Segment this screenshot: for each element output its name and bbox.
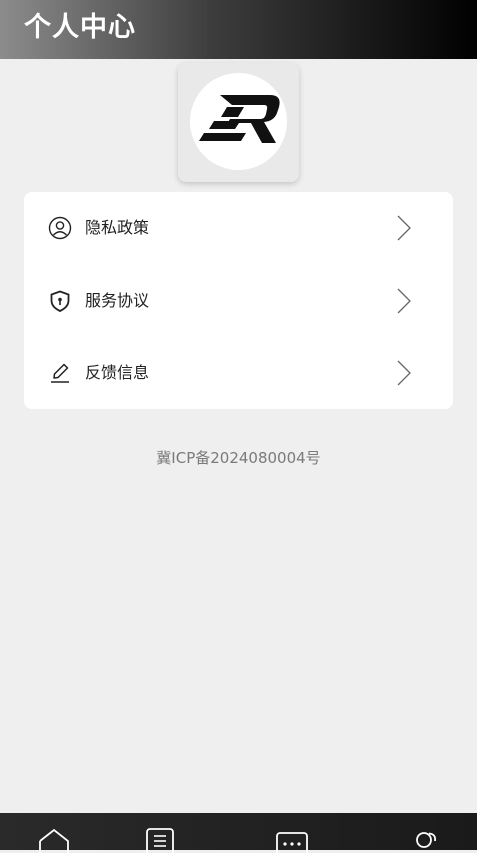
tab-profile[interactable]	[398, 813, 458, 850]
menu-item-label: 反馈信息	[85, 363, 150, 382]
menu-item-service-agreement[interactable]: 服务协议	[24, 265, 453, 337]
bottom-tab-bar	[0, 813, 477, 853]
tab-home[interactable]	[24, 813, 84, 853]
menu-card: 隐私政策 服务协议 反馈信息	[24, 192, 453, 409]
chevron-right-icon	[397, 288, 411, 314]
document-icon	[146, 828, 174, 853]
menu-item-privacy-policy[interactable]: 隐私政策	[24, 192, 453, 264]
shield-icon	[50, 290, 70, 312]
tab-document[interactable]	[132, 813, 192, 853]
sr-logo-icon	[194, 95, 280, 143]
menu-item-feedback[interactable]: 反馈信息	[24, 337, 453, 409]
icp-record-text[interactable]: 冀ICP备2024080004号	[0, 447, 477, 469]
page-title: 个人中心	[24, 12, 136, 43]
logo-circle	[190, 73, 287, 170]
tab-message[interactable]	[262, 813, 322, 853]
chevron-right-icon	[397, 215, 411, 241]
logo-card	[178, 63, 299, 182]
home-icon	[39, 828, 69, 853]
menu-item-label: 隐私政策	[85, 218, 150, 237]
header-bar: 个人中心	[0, 0, 477, 59]
message-icon	[276, 832, 308, 853]
pencil-icon	[51, 363, 69, 383]
menu-item-label: 服务协议	[85, 291, 150, 310]
chevron-right-icon	[397, 360, 411, 386]
user-circle-icon	[48, 216, 72, 240]
users-icon	[416, 832, 437, 848]
